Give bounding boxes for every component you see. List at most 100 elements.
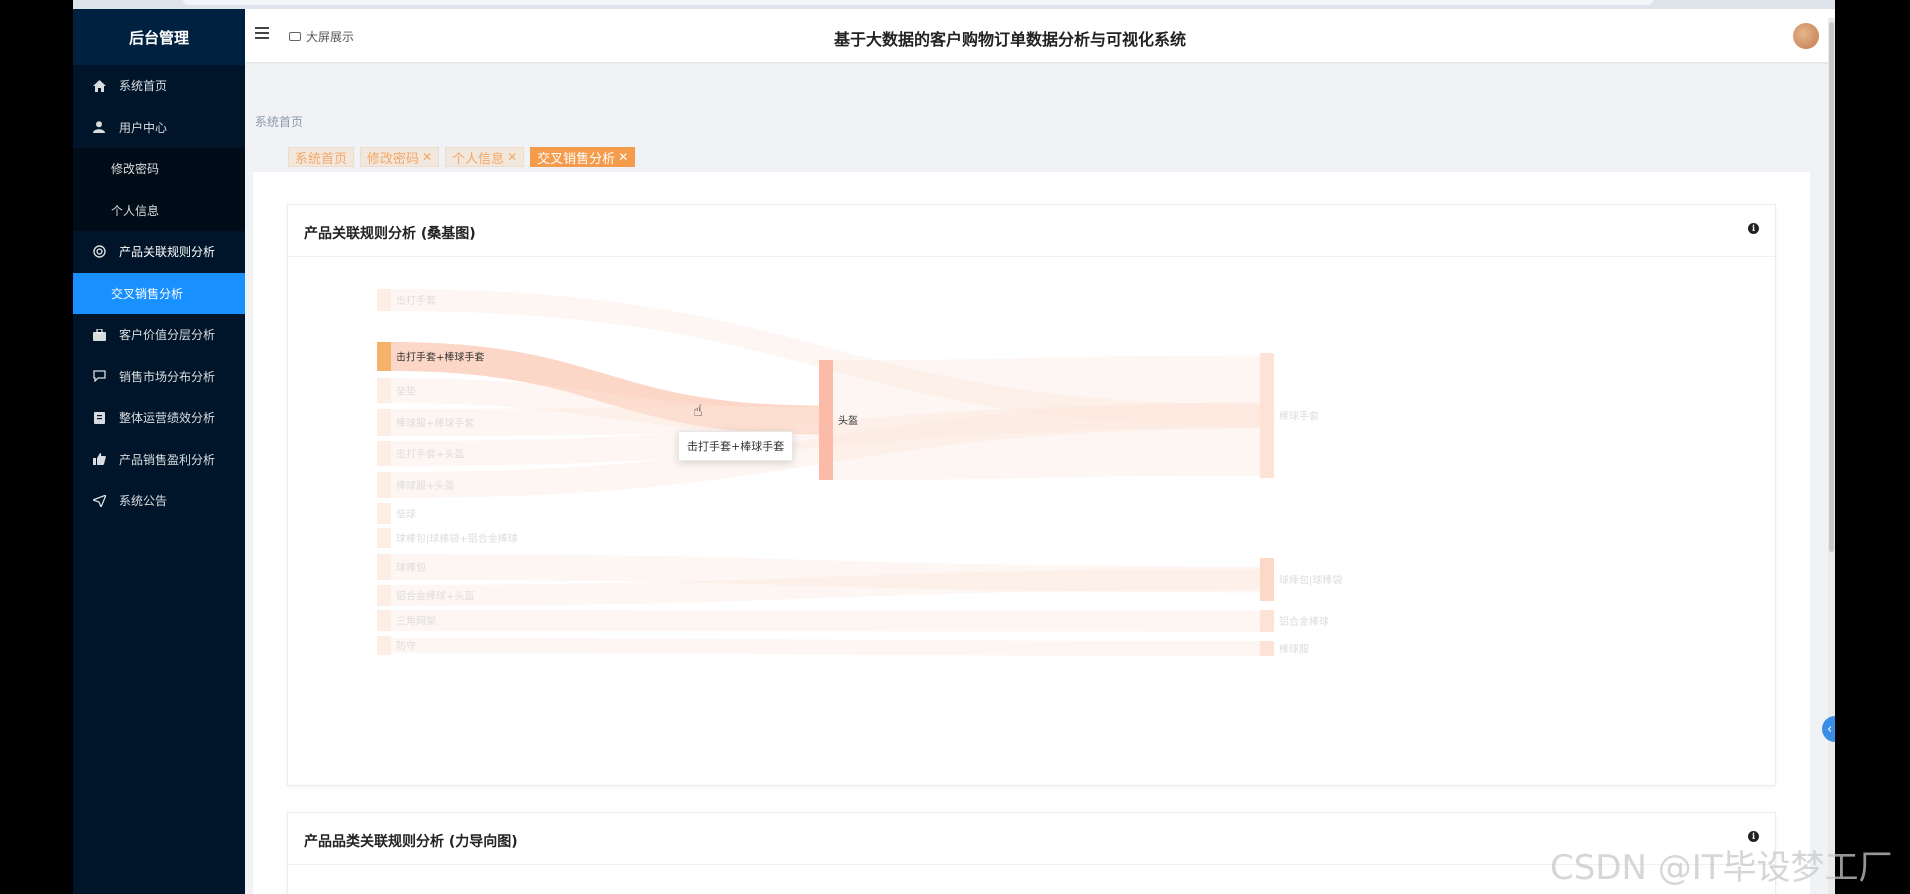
pointer-cursor-icon: ☝ (693, 401, 703, 420)
sankey-node-label: 击打手套 (396, 294, 436, 307)
sankey-node[interactable] (377, 472, 391, 498)
sankey-node[interactable] (377, 503, 391, 524)
sidebar-item-operations[interactable]: 整体运营绩效分析 (73, 397, 245, 439)
breadcrumb[interactable]: 系统首页 (255, 113, 303, 130)
sankey-node[interactable] (377, 409, 391, 436)
info-icon[interactable]: i (1748, 223, 1759, 234)
sankey-node-label: 击打手套+棒球手套 (396, 351, 484, 364)
sidebar-item-home[interactable]: 系统首页 (73, 65, 245, 107)
tag-label: 个人信息 (452, 151, 505, 167)
close-icon[interactable]: ✕ (618, 150, 628, 164)
sidebar-item-label: 系统首页 (119, 79, 168, 94)
sankey-node[interactable] (377, 289, 391, 311)
tag-change-password[interactable]: 修改密码 ✕ (360, 147, 440, 167)
chevron-left-icon: ‹ (1827, 721, 1833, 737)
thumbs-up-icon (91, 451, 107, 467)
sidebar-item-association-rules[interactable]: 产品关联规则分析 (73, 231, 245, 273)
avatar (1793, 23, 1819, 49)
close-icon[interactable]: ✕ (422, 150, 432, 164)
sidebar-brand: 后台管理 (73, 9, 245, 65)
sidebar-item-label: 系统公告 (119, 494, 168, 509)
sidebar-item-announcement[interactable]: 系统公告 (73, 480, 245, 522)
sankey-node[interactable] (819, 360, 833, 480)
sankey-node[interactable] (377, 528, 391, 548)
sidebar-item-change-password[interactable]: 修改密码 (73, 148, 245, 190)
sankey-node-label: 棒球手套 (1279, 410, 1319, 423)
sankey-node-label: 球棒包 (396, 561, 426, 574)
sankey-node-label: 铝合金棒球+头盔 (396, 590, 474, 603)
sankey-node-label: 垒垫 (396, 385, 416, 398)
tag-profile[interactable]: 个人信息 ✕ (445, 147, 525, 167)
watermark: CSDN @IT毕设梦工厂 (1550, 848, 1893, 888)
sankey-node[interactable] (1260, 610, 1274, 632)
sankey-node[interactable] (377, 378, 391, 403)
user-icon (91, 119, 107, 135)
app-window: 后台管理 系统首页 用户中心 修改密码 个人信息 产品关联规则分析 交叉销售分析… (73, 0, 1835, 894)
sankey-node-label: 击打手套+头盔 (396, 448, 464, 461)
card-header: 产品关联规则分析 (桑基图) i (288, 205, 1775, 257)
sankey-card: 产品关联规则分析 (桑基图) i 击打手套 击打手套+棒球手套 垒垫 棒球服+棒球手套… (287, 204, 1776, 786)
sidebar-item-label: 个人信息 (111, 203, 160, 218)
home-icon (91, 78, 107, 94)
sankey-chart[interactable]: 击打手套击打手套+棒球手套垒垫棒球服+棒球手套击打手套+头盔棒球服+头盔垒球球棒… (288, 258, 1777, 778)
tag-label: 系统首页 (295, 151, 348, 167)
tag-label: 修改密码 (367, 151, 420, 167)
sankey-node-label: 三角网架 (396, 616, 436, 628)
sankey-node[interactable] (377, 636, 391, 655)
header: 大屏展示 基于大数据的客户购物订单数据分析与可视化系统 123456 ⌵ (245, 9, 1835, 62)
browser-bar (73, 0, 1835, 9)
sankey-node-label: 棒球服+头盔 (396, 479, 454, 492)
clipboard-icon (91, 410, 107, 426)
sankey-node-label: 头盔 (838, 414, 858, 427)
tag-home[interactable]: 系统首页 (288, 147, 355, 167)
sankey-link[interactable] (391, 610, 1260, 632)
sidebar: 后台管理 系统首页 用户中心 修改密码 个人信息 产品关联规则分析 交叉销售分析… (73, 9, 245, 894)
tags-view: 系统首页 修改密码 ✕ 个人信息 ✕ 交叉销售分析 ✕ (288, 147, 641, 167)
sankey-node[interactable] (1260, 641, 1274, 656)
main-content: 产品关联规则分析 (桑基图) i 击打手套 击打手套+棒球手套 垒垫 棒球服+棒球手套… (253, 172, 1810, 894)
sankey-node-label: 铝合金棒球 (1279, 615, 1329, 628)
sidebar-item-label: 用户中心 (119, 120, 168, 135)
sidebar-item-market[interactable]: 销售市场分布分析 (73, 356, 245, 398)
sankey-node-label: 防守 (396, 640, 416, 653)
sidebar-item-label: 产品关联规则分析 (119, 245, 216, 260)
lifebuoy-icon (91, 244, 107, 260)
send-icon (91, 493, 107, 509)
sidebar-item-user-center[interactable]: 用户中心 (73, 107, 245, 149)
sidebar-item-label: 交叉销售分析 (111, 286, 184, 301)
sidebar-item-label: 销售市场分布分析 (119, 369, 216, 384)
card-title: 产品关联规则分析 (桑基图) (304, 226, 476, 242)
sankey-link[interactable] (391, 638, 1260, 656)
chart-tooltip: 击打手套+棒球手套 (678, 431, 794, 461)
close-icon[interactable]: ✕ (507, 150, 517, 164)
sankey-node-label: 棒球服 (1279, 643, 1309, 656)
sidebar-item-label: 产品销售盈利分析 (119, 452, 216, 467)
briefcase-icon (91, 327, 107, 343)
sankey-node[interactable] (377, 585, 391, 606)
scrollbar[interactable] (1828, 18, 1835, 894)
tag-label: 交叉销售分析 (537, 151, 616, 167)
collapse-panel-button[interactable]: ‹ (1822, 716, 1835, 742)
scrollbar-thumb[interactable] (1829, 22, 1834, 552)
sankey-node-label: 棒球服+棒球手套 (396, 417, 474, 430)
card-title: 产品品类关联规则分析 (力导向图) (304, 834, 518, 850)
sidebar-item-label: 修改密码 (111, 162, 160, 177)
sankey-node[interactable] (377, 610, 391, 631)
sidebar-item-label: 客户价值分层分析 (119, 328, 216, 343)
sidebar-item-profile[interactable]: 个人信息 (73, 189, 245, 231)
sankey-node[interactable] (1260, 353, 1274, 478)
sankey-node[interactable] (377, 441, 391, 466)
page-title: 基于大数据的客户购物订单数据分析与可视化系统 (833, 30, 1186, 49)
sankey-node[interactable] (377, 554, 391, 580)
chat-icon (91, 368, 107, 384)
tag-cross-sell[interactable]: 交叉销售分析 ✕ (530, 147, 636, 167)
sidebar-item-cross-sell[interactable]: 交叉销售分析 (73, 272, 245, 314)
sankey-node[interactable] (1260, 558, 1274, 601)
sankey-node-label: 球棒包|球棒袋 (1279, 574, 1342, 587)
sankey-node-label: 垒球 (396, 508, 416, 521)
sidebar-item-customer-value[interactable]: 客户价值分层分析 (73, 314, 245, 356)
screen: 后台管理 系统首页 用户中心 修改密码 个人信息 产品关联规则分析 交叉销售分析… (0, 0, 1910, 894)
sankey-node[interactable] (377, 342, 391, 371)
sidebar-item-profit[interactable]: 产品销售盈利分析 (73, 439, 245, 481)
sankey-node-label: 球棒包|球棒袋+铝合金棒球 (396, 532, 518, 545)
